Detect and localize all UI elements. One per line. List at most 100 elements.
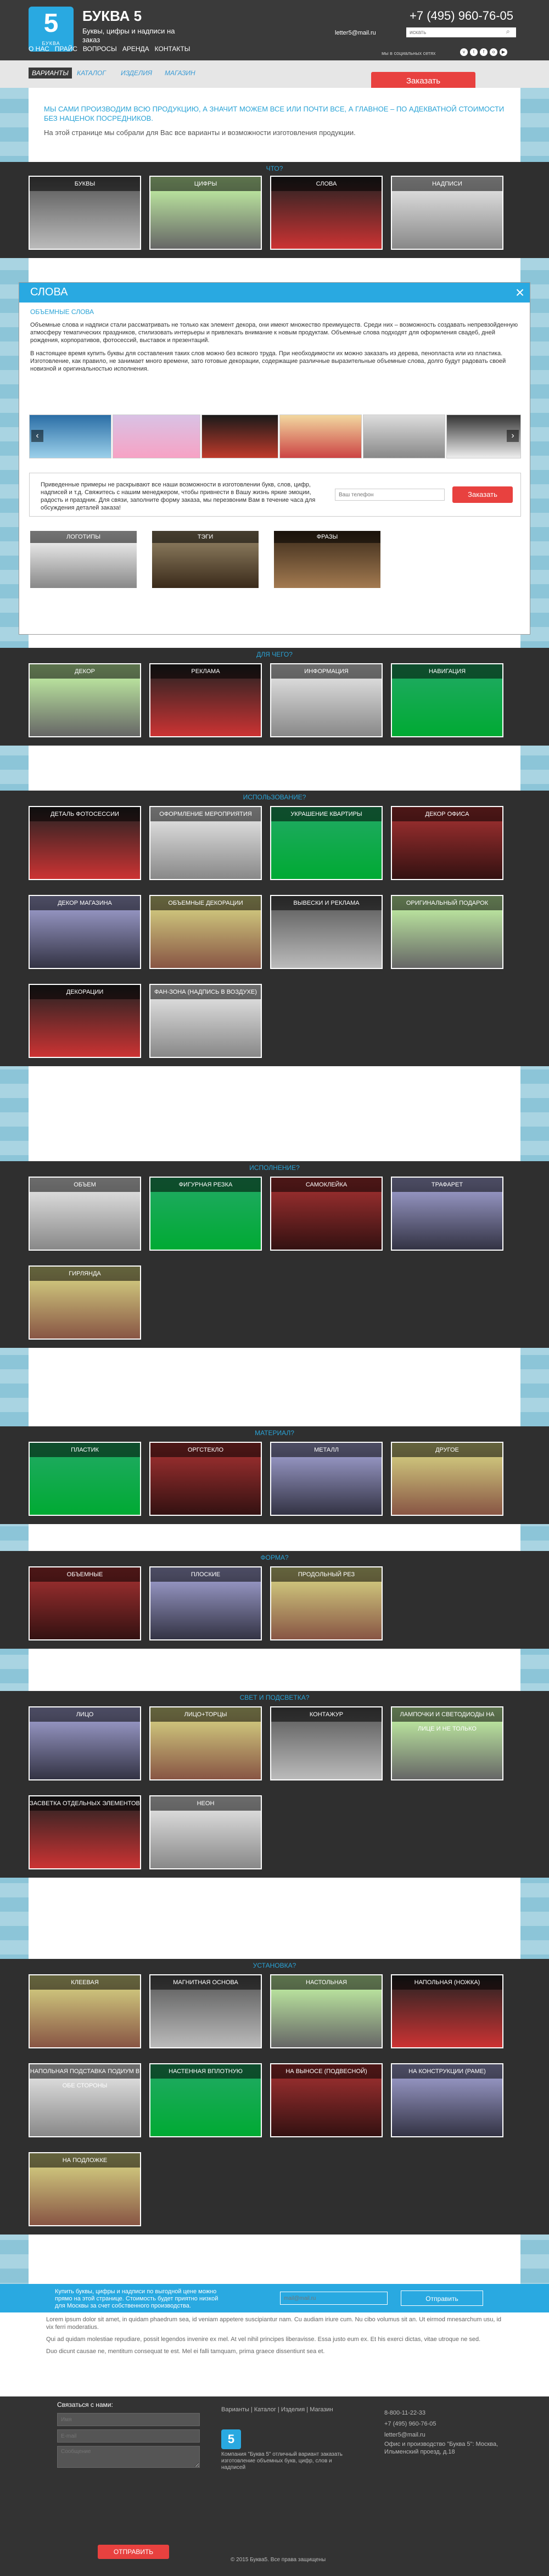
cta-order-button[interactable]: Заказать	[452, 486, 513, 503]
tile-3-3[interactable]: ТРАФАРЕТ	[391, 1177, 503, 1251]
tile-1-1[interactable]: РЕКЛАМА	[149, 663, 262, 737]
message-field[interactable]	[57, 2446, 200, 2468]
tile-1-2[interactable]: ИНФОРМАЦИЯ	[270, 663, 383, 737]
intro-headline: МЫ САМИ ПРОИЗВОДИМ ВСЮ ПРОДУКЦИЮ, А ЗНАЧ…	[44, 105, 505, 122]
close-icon[interactable]: ×	[510, 283, 530, 303]
tile-6-5[interactable]: НЕОН	[149, 1795, 262, 1869]
tile-6-3[interactable]: ЛАМПОЧКИ И СВЕТОДИОДЫ НА ЛИЦЕ И НЕ ТОЛЬК…	[391, 1706, 503, 1780]
tile-6-1[interactable]: ЛИЦО+ТОРЦЫ	[149, 1706, 262, 1780]
tile-phrases[interactable]: ФРАЗЫ	[273, 530, 382, 589]
menu-catalog[interactable]: КАТАЛОГ	[77, 69, 106, 77]
nav-rent[interactable]: АРЕНДА	[122, 45, 149, 53]
modal-text-2: В настоящее время купить буквы для соста…	[30, 350, 506, 372]
tile-6-0[interactable]: ЛИЦО	[29, 1706, 141, 1780]
footer-contacts: 8-800-11-22-33 +7 (495) 960-76-05 letter…	[384, 2407, 505, 2456]
tile-3-0[interactable]: ОБЪЕМ	[29, 1177, 141, 1251]
nav-contacts[interactable]: КОНТАКТЫ	[155, 45, 191, 53]
top-nav: О НАС ПРАЙС ВОПРОСЫ АРЕНДА КОНТАКТЫ	[29, 45, 190, 53]
tile-3-2[interactable]: САМОКЛЕЙКА	[270, 1177, 383, 1251]
tile-2-7[interactable]: ОРИГИНАЛЬНЫЙ ПОДАРОК	[391, 895, 503, 969]
footer-phone-2[interactable]: +7 (495) 960-76-05	[384, 2418, 505, 2429]
tile-2-1[interactable]: ОФОРМЛЕНИЕ МЕРОПРИЯТИЯ	[149, 806, 262, 880]
search-input[interactable]	[406, 27, 516, 37]
subscribe-email[interactable]	[280, 2292, 388, 2305]
section-title: ДЛЯ ЧЕГО?	[0, 648, 549, 661]
gallery-image[interactable]	[201, 415, 278, 458]
gallery-image[interactable]	[363, 415, 445, 458]
tile-4-0[interactable]: ПЛАСТИК	[29, 1442, 141, 1516]
modal-cta: Приведенные примеры не раскрывают все на…	[29, 473, 521, 517]
tile-logos[interactable]: ЛОГОТИПЫ	[29, 530, 138, 589]
tile-2-5[interactable]: ОБЪЕМНЫЕ ДЕКОРАЦИИ	[149, 895, 262, 969]
tile-4-1[interactable]: ОРГСТЕКЛО	[149, 1442, 262, 1516]
tile-1-0[interactable]: ДЕКОР	[29, 663, 141, 737]
nav-faq[interactable]: ВОПРОСЫ	[83, 45, 117, 53]
tile-6-4[interactable]: ЗАСВЕТКА ОТДЕЛЬНЫХ ЭЛЕМЕНТОВ	[29, 1795, 141, 1869]
nav-about[interactable]: О НАС	[29, 45, 49, 53]
tile-7-7[interactable]: НА КОНСТРУКЦИИ (РАМЕ)	[391, 2063, 503, 2137]
tile-2-6[interactable]: ВЫВЕСКИ И РЕКЛАМА	[270, 895, 383, 969]
tile-7-5[interactable]: НАСТЕННАЯ ВПЛОТНУЮ	[149, 2063, 262, 2137]
youtube-icon[interactable]: ▶	[500, 48, 507, 56]
tile-0-1[interactable]: ЦИФРЫ	[149, 176, 262, 250]
search-icon[interactable]: ⌕	[506, 27, 510, 36]
tile-2-2[interactable]: УКРАШЕНИЕ КВАРТИРЫ	[270, 806, 383, 880]
footer-phone-1[interactable]: 8-800-11-22-33	[384, 2407, 505, 2418]
tile-0-3[interactable]: НАДПИСИ	[391, 176, 503, 250]
tile-3-4[interactable]: ГИРЛЯНДА	[29, 1265, 141, 1340]
words-modal: СЛОВА × ОБЪЕМНЫЕ СЛОВА Объемные слова и …	[19, 282, 530, 635]
tile-2-4[interactable]: ДЕКОР МАГАЗИНА	[29, 895, 141, 969]
tile-7-1[interactable]: МАГНИТНАЯ ОСНОВА	[149, 1974, 262, 2048]
send-button[interactable]: ОТПРАВИТЬ	[98, 2545, 169, 2559]
arrow-right-icon[interactable]: ›	[507, 430, 519, 442]
header-phone[interactable]: +7 (495) 960-76-05	[410, 9, 513, 23]
tile-4-3[interactable]: ДРУГОЕ	[391, 1442, 503, 1516]
vk-icon[interactable]: v	[460, 48, 468, 56]
section-title: МАТЕРИАЛ?	[0, 1426, 549, 1440]
tile-1-3[interactable]: НАВИГАЦИЯ	[391, 663, 503, 737]
phone-field[interactable]	[335, 489, 445, 501]
modal-title: СЛОВА	[30, 286, 68, 298]
tile-4-2[interactable]: МЕТАЛЛ	[270, 1442, 383, 1516]
menu-products[interactable]: ИЗДЕЛИЯ	[121, 69, 152, 77]
menu-shop[interactable]: МАГАЗИН	[165, 69, 195, 77]
tile-7-8[interactable]: НА ПОДЛОЖКЕ	[29, 2152, 141, 2226]
twitter-icon[interactable]: t	[470, 48, 478, 56]
nav-price[interactable]: ПРАЙС	[55, 45, 77, 53]
odnoklassniki-icon[interactable]: o	[490, 48, 497, 56]
tile-7-3[interactable]: НАПОЛЬНАЯ (НОЖКА)	[391, 1974, 503, 2048]
subscribe-button[interactable]: Отправить	[401, 2291, 483, 2306]
tile-0-2[interactable]: СЛОВА	[270, 176, 383, 250]
name-field[interactable]	[57, 2413, 200, 2426]
tile-6-2[interactable]: КОНТАЖУР	[270, 1706, 383, 1780]
tile-7-6[interactable]: НА ВЫНОСЕ (ПОДВЕСНОЙ)	[270, 2063, 383, 2137]
tile-2-8[interactable]: ДЕКОРАЦИИ	[29, 984, 141, 1058]
tile-5-0[interactable]: ОБЪЕМНЫЕ	[29, 1566, 141, 1640]
footer-logo: 5	[221, 2429, 241, 2449]
section-title: СВЕТ И ПОДСВЕТКА?	[0, 1691, 549, 1704]
gallery-image[interactable]	[279, 415, 362, 458]
footer-email[interactable]: letter5@mail.ru	[384, 2429, 505, 2440]
facebook-icon[interactable]: f	[480, 48, 488, 56]
footer-info: Компания "Буква 5" отличный вариант зака…	[221, 2451, 343, 2471]
gallery-image[interactable]	[113, 415, 200, 458]
tile-7-2[interactable]: НАСТОЛЬНАЯ	[270, 1974, 383, 2048]
tile-2-9[interactable]: ФАН-ЗОНА (НАДПИСЬ В ВОЗДУХЕ)	[149, 984, 262, 1058]
footer-address: Офис и производство "Буква 5": Москва, И…	[384, 2441, 498, 2455]
email-field[interactable]	[57, 2429, 200, 2443]
tile-0-0[interactable]: БУКВЫ	[29, 176, 141, 250]
tile-tags[interactable]: ТЭГИ	[151, 530, 260, 589]
tile-7-0[interactable]: КЛЕЕВАЯ	[29, 1974, 141, 2048]
tile-5-2[interactable]: ПРОДОЛЬНЫЙ РЕЗ	[270, 1566, 383, 1640]
tile-2-3[interactable]: ДЕКОР ОФИСА	[391, 806, 503, 880]
tile-7-4[interactable]: НАПОЛЬНАЯ ПОДСТАВКА ПОДИУМ В ОБЕ СТОРОНЫ	[29, 2063, 141, 2137]
arrow-left-icon[interactable]: ‹	[31, 430, 43, 442]
tile-3-1[interactable]: ФИГУРНАЯ РЕЗКА	[149, 1177, 262, 1251]
modal-gallery: ‹ ›	[29, 415, 521, 458]
tile-5-1[interactable]: ПЛОСКИЕ	[149, 1566, 262, 1640]
menu-variants[interactable]: ВАРИАНТЫ	[29, 68, 72, 79]
section-title: ИСПОЛЬЗОВАНИЕ?	[0, 791, 549, 804]
header-email[interactable]: letter5@mail.ru	[335, 30, 376, 36]
lorem-text: Lorem ipsum dolor sit amet, in quidam ph…	[46, 2316, 502, 2355]
tile-2-0[interactable]: ДЕТАЛЬ ФОТОСЕССИИ	[29, 806, 141, 880]
